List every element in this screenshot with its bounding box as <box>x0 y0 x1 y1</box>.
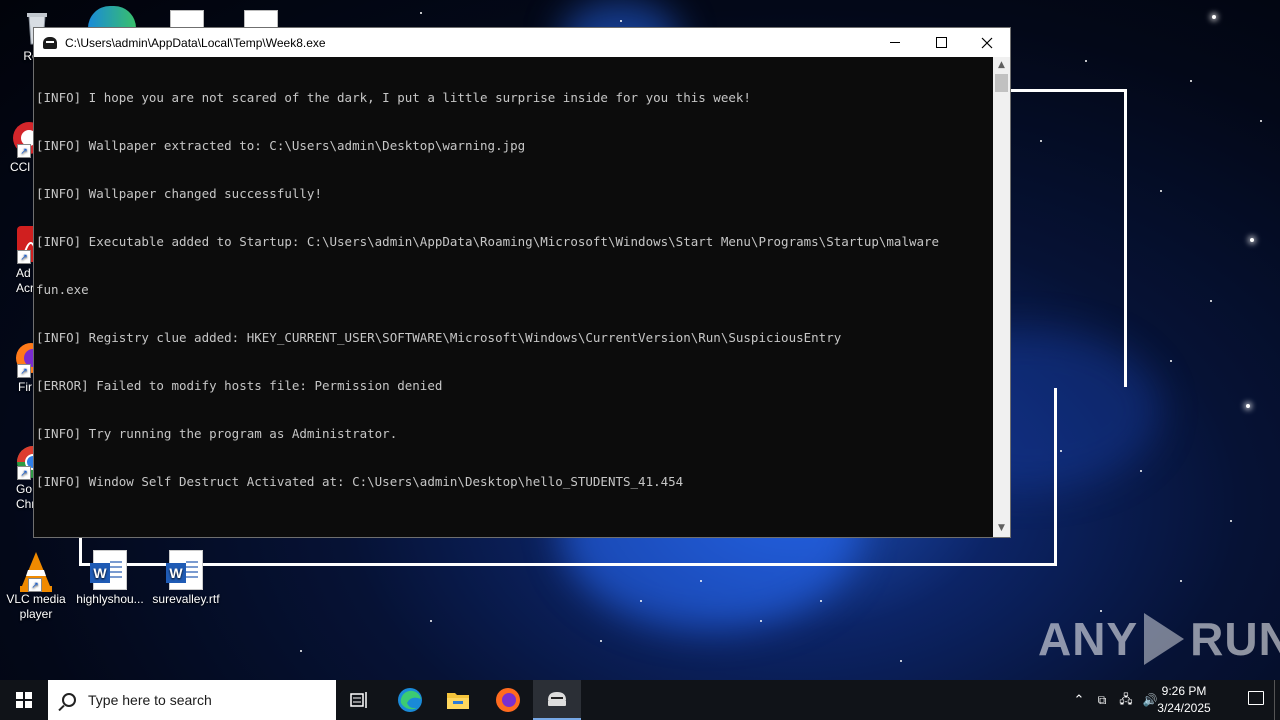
console-app-icon <box>43 36 57 49</box>
desktop-icon-label: surevalley.rtf <box>152 592 220 606</box>
watermark-right: RUN <box>1190 613 1280 665</box>
overlay-line <box>79 563 1057 566</box>
taskbar-search-box[interactable]: Type here to search <box>48 680 336 720</box>
desktop-icon-surevalley[interactable]: W surevalley.rtf <box>149 550 223 607</box>
taskbar-firefox-button[interactable] <box>484 680 532 720</box>
minimize-icon <box>890 42 900 43</box>
word-document-icon: W <box>166 550 206 590</box>
play-logo-icon <box>1144 613 1185 665</box>
console-app-icon <box>548 692 566 706</box>
desktop-icon-label: highlyshou... <box>76 592 144 606</box>
console-line: [INFO] Wallpaper changed successfully! <box>36 186 322 201</box>
windows-logo-icon <box>16 692 32 708</box>
taskbar-console-button[interactable] <box>533 680 581 720</box>
watermark-left: ANY <box>1038 613 1139 665</box>
search-icon <box>62 693 76 707</box>
overlay-line <box>1124 89 1127 387</box>
console-line: fun.exe <box>36 282 89 297</box>
desktop-icon-highlyshou[interactable]: W highlyshou... <box>73 550 147 607</box>
firefox-icon <box>496 688 520 712</box>
console-line: [INFO] I hope you are not scared of the … <box>36 90 751 105</box>
shortcut-arrow-icon: ↗ <box>28 578 42 592</box>
network-icon[interactable]: 🖧 <box>1114 690 1138 711</box>
word-document-icon: W <box>90 550 130 590</box>
console-line: [INFO] Try running the program as Admini… <box>36 426 398 441</box>
search-placeholder: Type here to search <box>88 692 212 708</box>
console-output: [INFO] I hope you are not scared of the … <box>34 57 993 537</box>
window-titlebar[interactable]: C:\Users\admin\AppData\Local\Temp\Week8.… <box>34 28 1010 57</box>
shortcut-arrow-icon: ↗ <box>17 250 31 264</box>
taskbar-edge-button[interactable] <box>386 680 434 720</box>
minimize-button[interactable] <box>872 28 918 57</box>
document-desktop-icon[interactable] <box>170 10 204 28</box>
edge-icon <box>398 688 422 712</box>
close-button[interactable] <box>964 28 1010 57</box>
window-title: C:\Users\admin\AppData\Local\Temp\Week8.… <box>65 35 326 50</box>
shortcut-arrow-icon: ↗ <box>17 144 31 158</box>
maximize-icon <box>935 37 947 48</box>
network-device-icon[interactable]: ⧉ <box>1090 693 1114 708</box>
clock-time: 9:26 PM <box>1161 684 1207 698</box>
vlc-icon: ↗ <box>16 550 56 592</box>
anyrun-watermark: ANY RUN <box>1038 612 1280 666</box>
console-line: [INFO] Registry clue added: HKEY_CURRENT… <box>36 330 842 345</box>
notification-icon[interactable] <box>1248 691 1264 705</box>
vertical-scrollbar[interactable]: ▲ ▼ <box>993 57 1010 537</box>
task-view-icon <box>350 692 367 708</box>
close-icon <box>981 37 993 48</box>
console-line: [INFO] Wallpaper extracted to: C:\Users\… <box>36 138 526 153</box>
taskbar-file-explorer-button[interactable] <box>434 680 482 720</box>
scroll-thumb[interactable] <box>995 74 1008 92</box>
console-line: [ERROR] Failed to modify hosts file: Per… <box>36 378 443 393</box>
maximize-button[interactable] <box>918 28 964 57</box>
file-explorer-icon <box>447 693 469 709</box>
chevron-up-icon[interactable]: ⌃ <box>1068 693 1090 708</box>
console-line: [INFO] Window Self Destruct Activated at… <box>36 474 684 489</box>
taskbar-clock[interactable]: 9:26 PM 3/24/2025 <box>1144 683 1224 717</box>
shortcut-arrow-icon: ↗ <box>17 466 31 480</box>
document-desktop-icon[interactable] <box>244 10 278 28</box>
taskbar: Type here to search ⌃ ⧉ 🖧 🔊 9:26 PM 3/24… <box>0 680 1280 720</box>
desktop-icon-vlc[interactable]: ↗ VLC media player <box>0 550 73 622</box>
edge-desktop-icon[interactable] <box>88 6 136 28</box>
overlay-line <box>1054 388 1057 566</box>
show-desktop-button[interactable] <box>1274 680 1280 720</box>
console-window[interactable]: C:\Users\admin\AppData\Local\Temp\Week8.… <box>33 27 1011 538</box>
start-button[interactable] <box>0 680 48 720</box>
desktop-icon-label: VLC media player <box>6 592 66 621</box>
clock-date: 3/24/2025 <box>1157 701 1211 715</box>
scroll-down-icon[interactable]: ▼ <box>993 520 1010 537</box>
shortcut-arrow-icon: ↗ <box>17 364 31 378</box>
task-view-button[interactable] <box>336 680 384 720</box>
console-line: [INFO] Executable added to Startup: C:\U… <box>36 234 940 249</box>
scroll-up-icon[interactable]: ▲ <box>993 57 1010 74</box>
